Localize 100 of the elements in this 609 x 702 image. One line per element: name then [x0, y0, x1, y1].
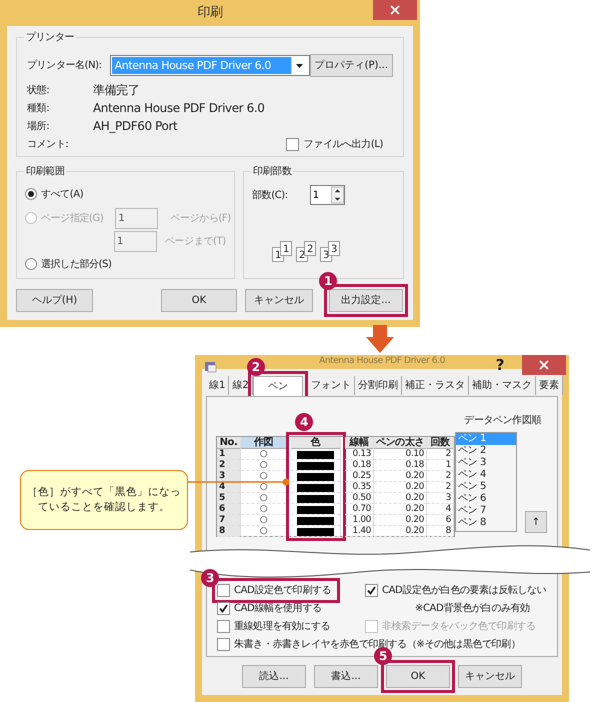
- properties-button[interactable]: プロパティ(P)...: [310, 54, 393, 77]
- table-cell: ○: [241, 460, 286, 471]
- info-value: 準備完了: [93, 82, 140, 99]
- list-item[interactable]: ペン 2: [456, 445, 516, 457]
- info-label: 状態:: [27, 84, 50, 98]
- caret-icon: [296, 64, 304, 68]
- table-cell: 0.18: [374, 460, 426, 471]
- step-badge: 5: [374, 647, 392, 665]
- table-cell: 6: [427, 515, 453, 526]
- table-cell: 6: [217, 504, 240, 515]
- table-cell: 0.20: [374, 504, 426, 515]
- column-header: 色: [291, 437, 340, 449]
- table-cell: 2: [217, 460, 240, 471]
- field-label: プリンター名(N):: [27, 58, 102, 73]
- list-item[interactable]: ペン 8: [456, 517, 516, 529]
- list-item[interactable]: ペン 7: [456, 505, 516, 517]
- checkbox-label: CAD設定色で印刷する: [234, 584, 332, 598]
- table-cell: 1.40: [345, 526, 373, 537]
- table-cell: 0.18: [345, 460, 373, 471]
- spin-arrows-icon: [330, 186, 344, 204]
- table-cell: 4: [427, 504, 453, 515]
- table-cell: ○: [241, 449, 286, 460]
- list-item[interactable]: ペン 5: [456, 481, 516, 493]
- tab[interactable]: 補助・マスク: [468, 376, 536, 395]
- checkbox[interactable]: [286, 138, 299, 150]
- column-header: 線幅: [345, 437, 373, 449]
- checkbox[interactable]: [217, 638, 230, 651]
- table-cell: 0.20: [374, 526, 426, 537]
- checkbox[interactable]: [217, 620, 230, 633]
- info-label: 種類:: [27, 102, 50, 116]
- option-label: すべて(A): [41, 188, 84, 202]
- table-cell: 1: [217, 449, 240, 460]
- dialog-button[interactable]: 読込...: [242, 665, 306, 688]
- checkbox-label: CAD設定色が白色の要素は反転しない: [382, 584, 546, 598]
- table-cell: 4: [217, 482, 240, 493]
- page-from-field[interactable]: 1: [115, 208, 158, 228]
- radio-button[interactable]: [25, 258, 37, 270]
- table-cell: 8: [217, 526, 240, 537]
- list-item[interactable]: ペン 4: [456, 469, 516, 481]
- tab[interactable]: 補正・ラスタ: [402, 376, 469, 395]
- step-badge: 4: [295, 413, 313, 431]
- table-cell: 0.20: [374, 482, 426, 493]
- field-label: ページまで(T): [165, 234, 226, 248]
- table-cell: 7: [217, 515, 240, 526]
- table-cell: 3: [427, 493, 453, 504]
- selected-printer: Antenna House PDF Driver 6.0: [112, 57, 291, 74]
- tab[interactable]: 線1: [206, 376, 230, 395]
- table-cell: 2: [427, 449, 453, 460]
- page-to-field[interactable]: 1: [114, 230, 157, 252]
- table-cell: 0.13: [345, 449, 373, 460]
- checkbox[interactable]: [217, 602, 230, 615]
- column-header: 作図: [241, 437, 286, 449]
- page-number: 3: [328, 241, 340, 256]
- table-cell: 0.25: [345, 471, 373, 482]
- radio-button[interactable]: [25, 188, 37, 200]
- dialog-button[interactable]: OK: [161, 289, 237, 312]
- table-cell: 1: [427, 460, 453, 471]
- option-label: ページ指定(G): [41, 212, 104, 226]
- table-cell: 0.70: [345, 504, 373, 515]
- list-item[interactable]: ペン 3: [456, 457, 516, 469]
- close-button[interactable]: [522, 355, 566, 375]
- up-button[interactable]: ↑: [525, 511, 547, 533]
- dialog-button[interactable]: キャンセル: [458, 665, 522, 688]
- table-cell: 2: [427, 471, 453, 482]
- table-cell: ○: [241, 526, 286, 537]
- tab[interactable]: 分割印刷: [354, 376, 402, 395]
- step-badge: 1: [319, 272, 337, 290]
- table-cell: 0.35: [345, 482, 373, 493]
- close-button[interactable]: [373, 0, 417, 20]
- table-cell: 0.10: [374, 449, 426, 460]
- table-cell: 0.20: [374, 471, 426, 482]
- column-header: No.: [217, 437, 240, 449]
- close-icon: [390, 5, 400, 15]
- info-value: Antenna House PDF Driver 6.0: [93, 100, 265, 117]
- checkbox[interactable]: [365, 584, 378, 597]
- table-cell: 5: [217, 493, 240, 504]
- info-label: コメント:: [27, 138, 70, 152]
- table-cell: 3: [217, 471, 240, 482]
- info-value: AH_PDF60 Port: [93, 118, 178, 135]
- page-number: 1: [280, 241, 292, 256]
- table-cell: ○: [241, 504, 286, 515]
- close-icon: [539, 360, 549, 370]
- field-label: 部数(C):: [252, 188, 288, 202]
- dialog-button[interactable]: キャンセル: [245, 289, 313, 312]
- copies-spinner[interactable]: 1: [310, 185, 345, 205]
- tab[interactable]: フォント: [308, 376, 355, 395]
- dialog-button[interactable]: 書込...: [314, 665, 378, 688]
- checkbox-label: 非検索データをバック色で印刷する: [382, 620, 536, 634]
- tab[interactable]: 要素: [536, 376, 563, 395]
- dialog-button[interactable]: ヘルプ(H): [16, 289, 93, 312]
- list-item[interactable]: ペン 6: [456, 493, 516, 505]
- checkbox[interactable]: [217, 584, 230, 597]
- window-title: Antenna House PDF Driver 6.0: [319, 355, 445, 368]
- field-label: ページから(F): [170, 212, 231, 226]
- step-badge: 2: [246, 358, 265, 376]
- table-cell: 0.50: [345, 493, 373, 504]
- table-cell: 2: [427, 482, 453, 493]
- column-header: ペンの太さ: [374, 437, 426, 449]
- callout-text: ［色］がすべて「黒色」になっていることを確認します。: [20, 470, 188, 530]
- note-text: ※CAD背景色が白のみ有効: [414, 602, 531, 616]
